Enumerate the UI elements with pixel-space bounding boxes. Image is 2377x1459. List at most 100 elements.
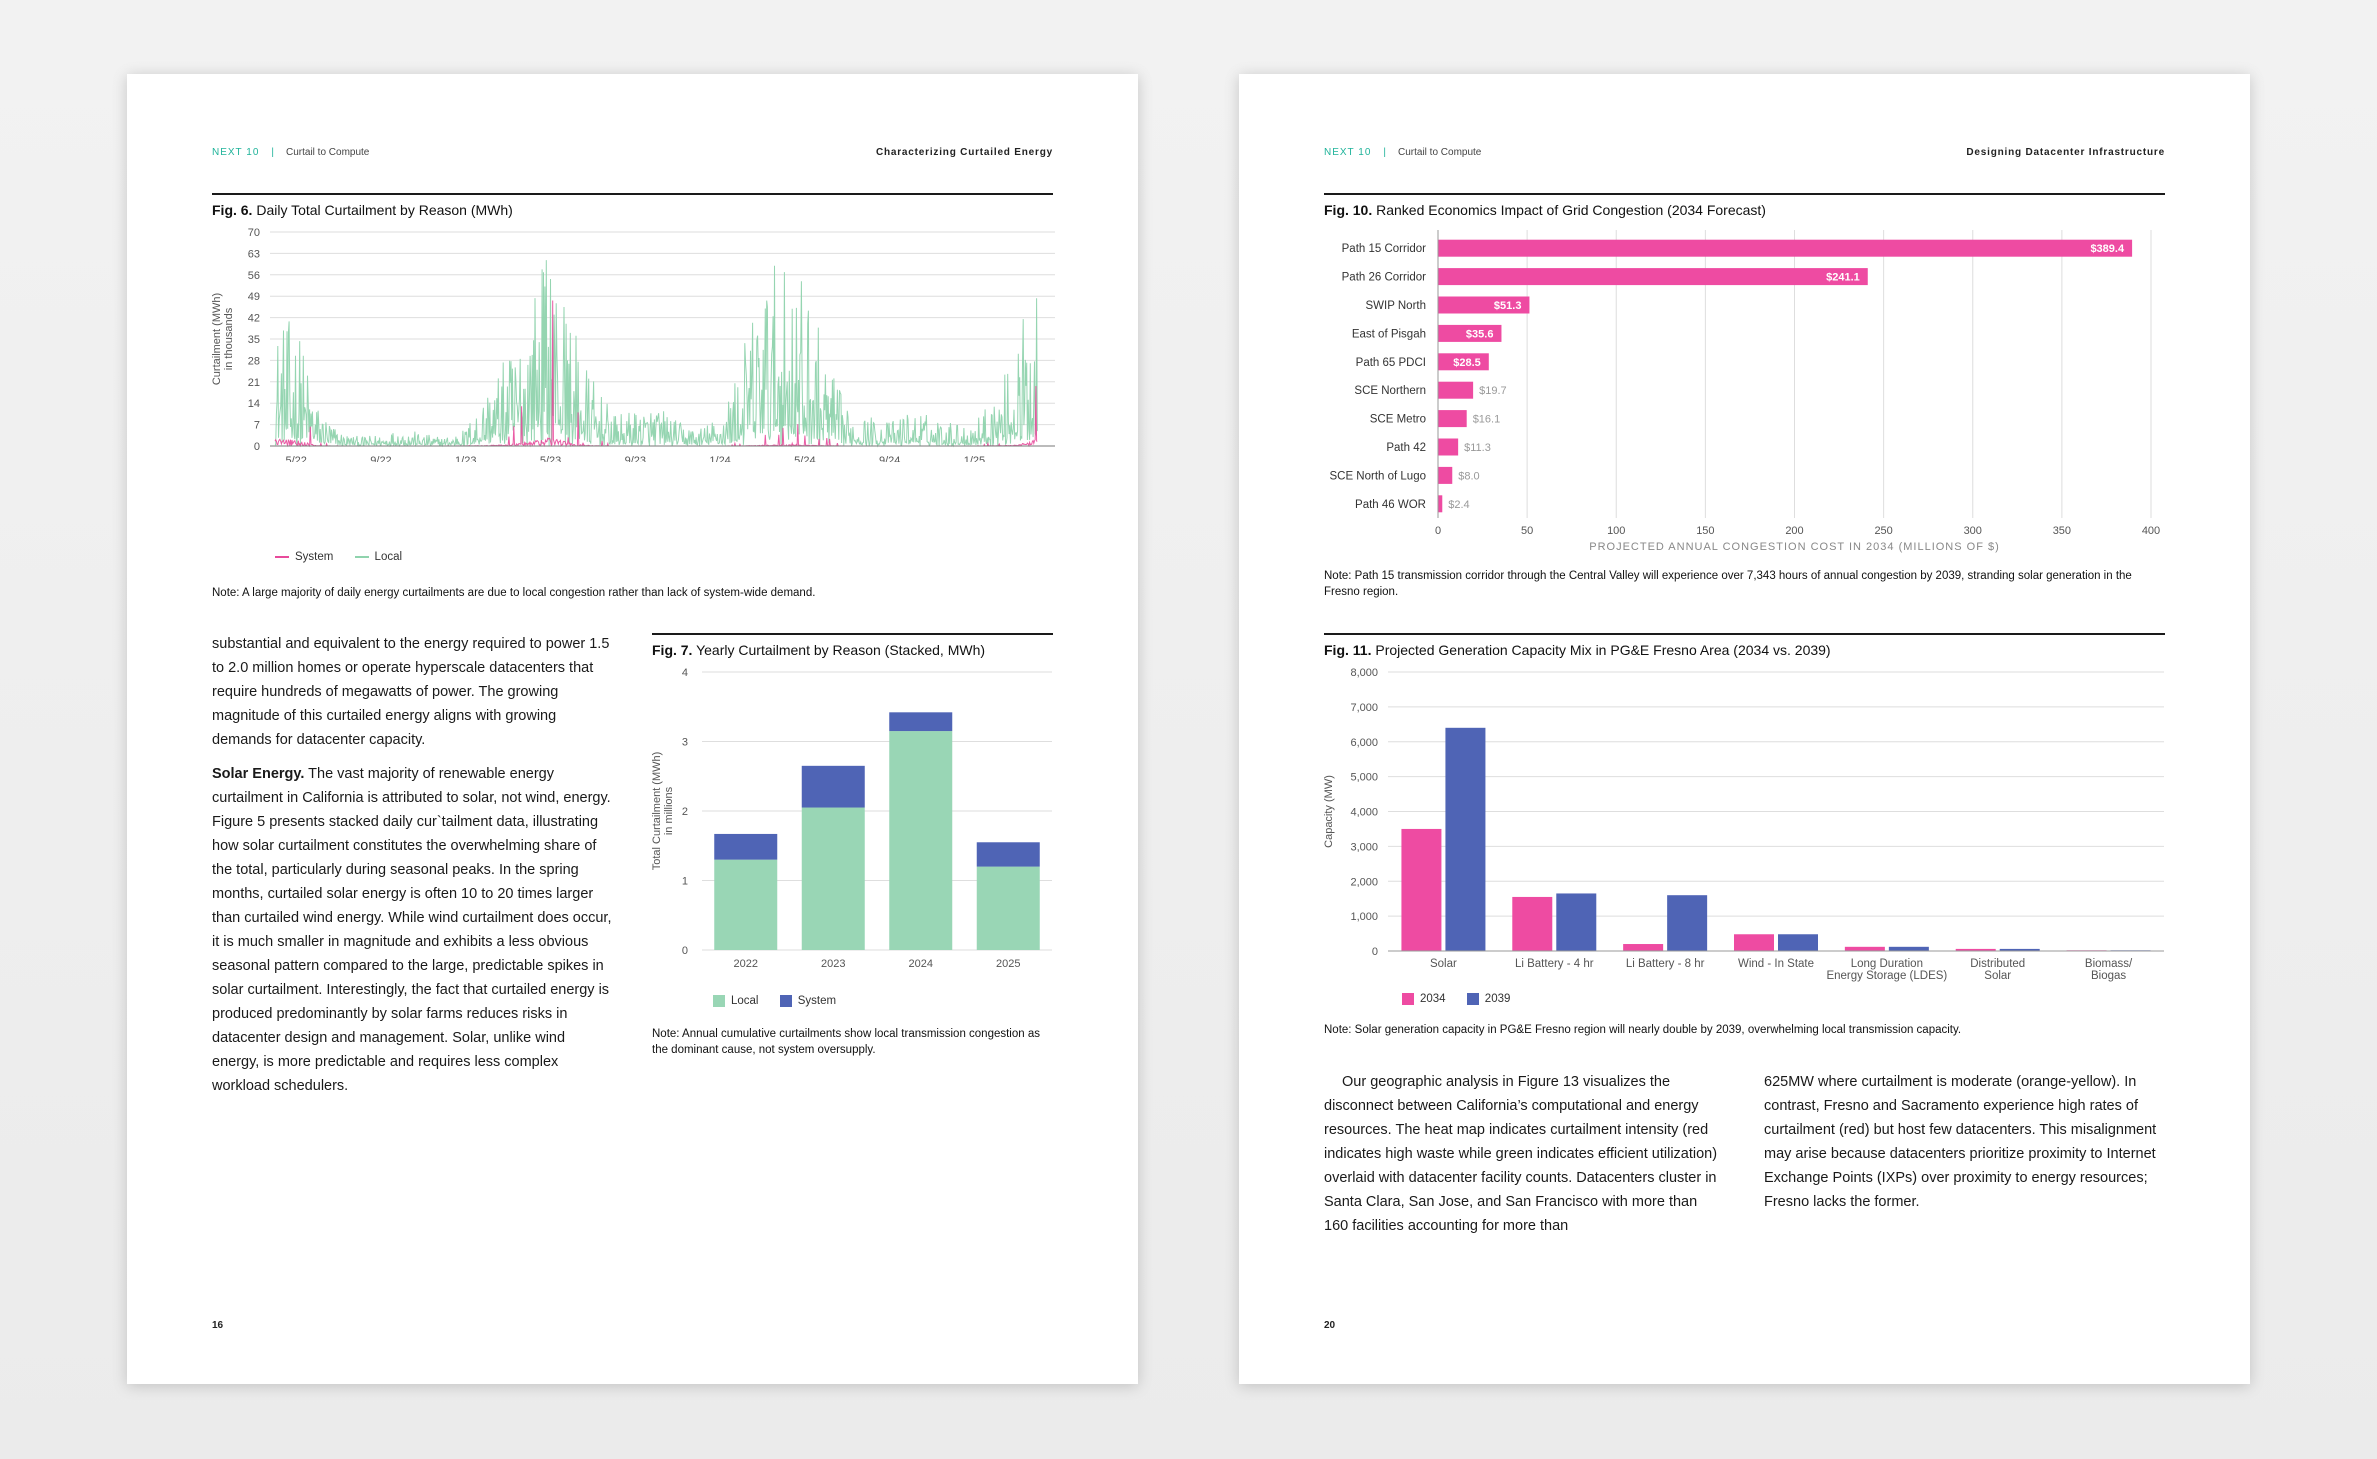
legend-2034-label: 2034 (1420, 993, 1446, 1005)
bar-value-label: $241.1 (1826, 272, 1860, 284)
bar-8 (1438, 466, 1453, 484)
y-tick-label: 0 (1372, 946, 1378, 958)
bar-local-2023 (801, 807, 865, 950)
x-category-label: Wind - In State (1738, 958, 1814, 970)
x-tick-label: 1/24 (709, 455, 730, 462)
x-tick-label: 1/23 (455, 455, 476, 462)
legend-system-label: System (797, 995, 837, 1007)
y-tick-label: 0 (254, 441, 260, 453)
bar-value-label: $389.4 (2090, 243, 2125, 255)
fig7-number: Fig. 7. (652, 642, 693, 658)
fig7-rule (652, 633, 1053, 635)
x-tick-label: 2024 (909, 958, 933, 970)
doc-title: Curtail to Compute (1398, 147, 1482, 158)
legend-system-swatch (779, 995, 792, 1007)
fig11-rule (1324, 633, 2165, 635)
fig6-title: Fig. 6. Daily Total Curtailment by Reaso… (212, 202, 513, 218)
body-column-2: 625MW where curtailment is moderate (ora… (1764, 1074, 2157, 1210)
bar-value-label: $28.5 (1453, 357, 1481, 369)
bar-local-2025 (976, 866, 1040, 950)
bar-0 (1438, 239, 2133, 257)
solar-energy-lead: Solar Energy. (212, 766, 305, 782)
page-number: 20 (1324, 1320, 1336, 1331)
y-tick-label: 21 (248, 377, 260, 389)
fig11-legend: 2034 2039 (1402, 993, 1510, 1005)
x-tick-label: 5/24 (794, 455, 815, 462)
fig11-chart: 0 1,000 2,000 3,000 4,000 5,000 6,000 7,000 8,00… (1324, 667, 2164, 982)
y-axis-label: Capacity (MW) (1324, 775, 1335, 848)
fig11-title-text: Projected Generation Capacity Mix in PG&… (1375, 642, 1831, 658)
fig10-title: Fig. 10. Ranked Economics Impact of Grid… (1324, 202, 1766, 218)
body-column-1: Our geographic analysis in Figure 13 vis… (1324, 1074, 1718, 1234)
x-category-label: Li Battery - 8 hr (1626, 958, 1705, 970)
bar-value-label: $35.6 (1466, 328, 1494, 340)
x-tick-label: 400 (2142, 525, 2160, 537)
bar-6 (1438, 410, 1467, 428)
body-column-left: substantial and equivalent to the energy… (212, 632, 612, 1108)
legend-2039-swatch (1466, 993, 1479, 1005)
x-tick-label: 9/22 (370, 455, 391, 462)
bar-value-label: $11.3 (1464, 442, 1491, 454)
x-tick-label: 2025 (996, 958, 1020, 970)
category-label: SCE Metro (1370, 414, 1426, 426)
section-title: Designing Datacenter Infrastructure (1966, 147, 2165, 158)
fig10-note: Note: Path 15 transmission corridor thro… (1324, 570, 2132, 598)
fig6-legend: System Local (275, 551, 402, 563)
body-paragraph-2: Solar Energy. The vast majority of renew… (212, 762, 612, 1098)
y-tick-label: 7,000 (1350, 702, 1378, 714)
fig10-number: Fig. 10. (1324, 202, 1373, 218)
bar-2034-2 (1623, 944, 1664, 951)
y-tick-label: 70 (248, 227, 260, 239)
legend-2034-swatch (1402, 993, 1414, 1005)
legend-local-label: Local (731, 995, 759, 1007)
y-tick-label: 63 (248, 248, 260, 260)
brand-name: NEXT 10 (1324, 147, 1372, 158)
bar-system-2024 (889, 712, 953, 732)
x-tick-label: 350 (2053, 525, 2071, 537)
x-tick-label: 5/23 (540, 455, 561, 462)
header-separator: | (1383, 147, 1386, 158)
category-label: Path 65 PDCI (1356, 357, 1426, 369)
x-tick-label: 250 (1874, 525, 1892, 537)
fig6-title-text: Daily Total Curtailment by Reason (MWh) (256, 202, 513, 218)
y-tick-label: 14 (248, 398, 260, 410)
header-separator: | (271, 147, 274, 158)
doc-title: Curtail to Compute (286, 147, 370, 158)
fig11-title: Fig. 11. Projected Generation Capacity M… (1324, 642, 1831, 658)
y-tick-label: 1 (682, 876, 688, 888)
legend-local-label: Local (374, 551, 403, 563)
y-tick-label: 42 (248, 313, 260, 325)
fig6-rule (212, 193, 1053, 195)
bar-2039-1 (1556, 893, 1597, 951)
legend-system-label: System (295, 551, 334, 563)
page-right: NEXT 10 | Curtail to Compute Designing Dat… (1239, 74, 2250, 1384)
bar-value-label: $19.7 (1479, 385, 1507, 397)
bar-1 (1438, 268, 1868, 286)
bar-7 (1438, 438, 1459, 456)
y-tick-label: 4 (682, 667, 688, 679)
y-tick-label: 3,000 (1350, 841, 1378, 853)
fig6-number: Fig. 6. (212, 202, 253, 218)
fig6-chart: 0 7 14 21 28 35 42 49 56 63 70 Curtailment (MWh)in … (212, 227, 1055, 462)
x-tick-label: 150 (1696, 525, 1714, 537)
bar-2039-4 (1888, 946, 1929, 951)
running-header: NEXT 10 | Curtail to Compute Characterizin… (212, 147, 1053, 163)
category-label: East of Pisgah (1352, 328, 1426, 340)
y-tick-label: 2,000 (1350, 876, 1378, 888)
body-paragraph-1: substantial and equivalent to the energy… (212, 636, 610, 748)
fig7-title: Fig. 7. Yearly Curtailment by Reason (St… (652, 642, 985, 658)
bar-system-2025 (976, 842, 1040, 867)
y-tick-label: 56 (248, 270, 260, 282)
bar-value-label: $16.1 (1473, 414, 1501, 426)
y-tick-label: 7 (254, 420, 260, 432)
fig10-title-text: Ranked Economics Impact of Grid Congesti… (1376, 202, 1766, 218)
x-tick-label: 100 (1607, 525, 1625, 537)
category-label: SCE Northern (1354, 385, 1426, 397)
x-category-label: Long Duration Energy Storage (LDES) (1826, 958, 1947, 982)
x-tick-label: 50 (1521, 525, 1533, 537)
page-number: 16 (212, 1320, 224, 1331)
x-category-label: Solar (1430, 958, 1457, 970)
legend-system-line-swatch (275, 556, 289, 558)
x-tick-label: 2023 (821, 958, 845, 970)
y-tick-label: 1,000 (1350, 911, 1378, 923)
